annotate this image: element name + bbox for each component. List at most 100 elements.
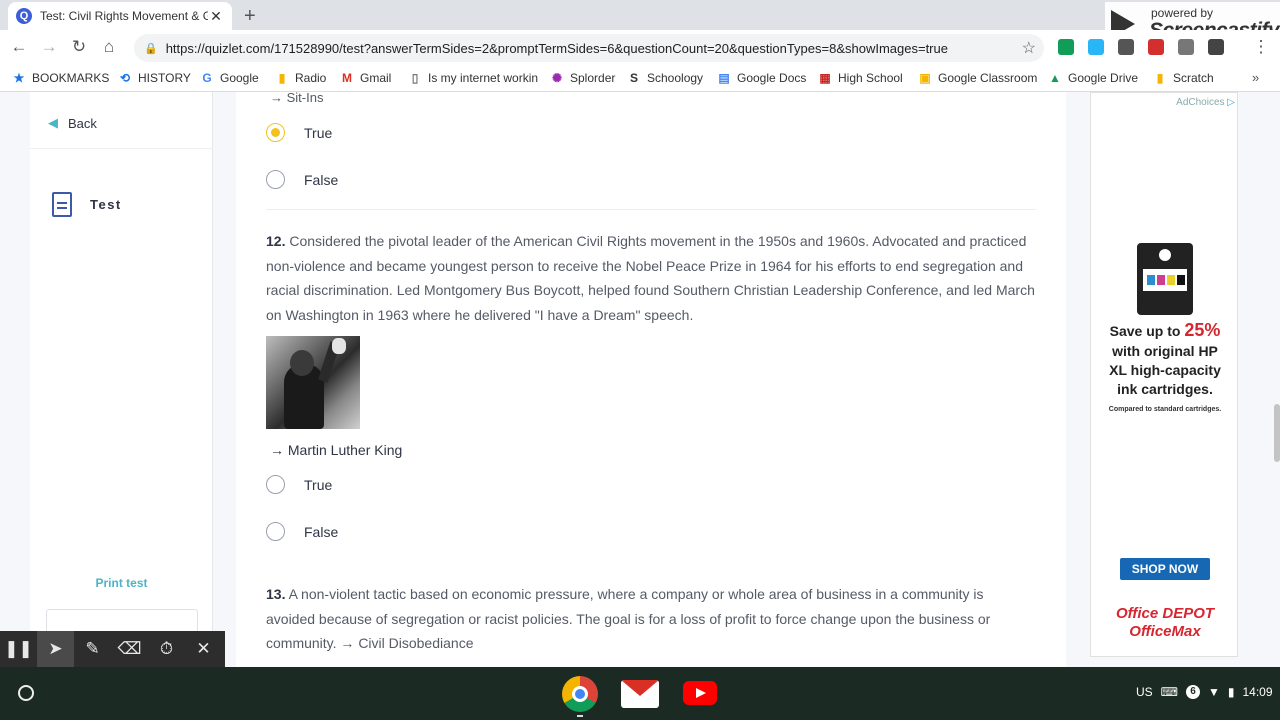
- bookmarks-overflow-icon[interactable]: »: [1252, 70, 1259, 85]
- pause-icon[interactable]: ❚❚: [0, 631, 37, 667]
- extension-icon[interactable]: [1178, 39, 1194, 55]
- bookmark-item[interactable]: G Google: [200, 71, 259, 85]
- bookmark-label: Google: [220, 71, 259, 85]
- annotation-toolbar: ❚❚ ➤ ✎ ⌫ ⏱ ✕: [0, 631, 225, 667]
- question-image: [266, 336, 360, 429]
- radio-button[interactable]: [266, 170, 285, 189]
- gmail-icon: M: [342, 71, 352, 85]
- previous-answer: → Sit-Ins: [270, 92, 324, 105]
- bookmark-item[interactable]: ▯ Is my internet workin: [408, 71, 538, 85]
- star-icon: ★: [13, 71, 25, 85]
- close-icon[interactable]: ✕: [185, 631, 222, 667]
- question-12: 12. Considered the pivotal leader of the…: [266, 229, 1036, 327]
- status-tray[interactable]: US ⌨ 6 ▼ ▮ 14:09: [1136, 685, 1280, 699]
- divider: [266, 209, 1036, 210]
- url-text[interactable]: https://quizlet.com/171528990/test?answe…: [166, 41, 1022, 56]
- pen-icon[interactable]: ✎: [74, 631, 111, 667]
- bookmark-item[interactable]: M Gmail: [340, 71, 391, 85]
- bookmark-item[interactable]: ✺ Splorder: [550, 71, 615, 85]
- bookmark-label: Schoology: [647, 71, 704, 85]
- bookmark-label: Google Docs: [737, 71, 807, 85]
- scrollbar-thumb[interactable]: [1274, 404, 1280, 462]
- bookmark-item[interactable]: ▮ Radio: [275, 71, 327, 85]
- bookmark-label: HISTORY: [138, 71, 191, 85]
- menu-kebab-icon[interactable]: ⋮: [1250, 37, 1272, 57]
- school-icon: ▦: [819, 71, 831, 85]
- forward-arrow-icon[interactable]: →: [38, 37, 60, 57]
- radio-button[interactable]: [266, 123, 285, 142]
- bookmark-item[interactable]: ▦ High School: [818, 71, 903, 85]
- bookmark-item[interactable]: ★ BOOKMARKS: [12, 71, 110, 85]
- bookmark-label: Scratch: [1173, 71, 1214, 85]
- timer-icon[interactable]: ⏱: [148, 631, 185, 667]
- bookmark-item[interactable]: ▤ Google Docs: [717, 71, 806, 85]
- bookmark-star-icon[interactable]: ☆: [1022, 38, 1036, 58]
- address-bar[interactable]: 🔒 https://quizlet.com/171528990/test?ans…: [134, 34, 1044, 62]
- back-label: Back: [68, 115, 97, 131]
- c1: [1147, 275, 1155, 285]
- ad-save-prefix: Save up to: [1109, 323, 1181, 339]
- sidebar-item-label: Test: [90, 197, 122, 212]
- bookmark-item[interactable]: ▮ Scratch: [1153, 71, 1214, 85]
- history-icon: ⟲: [119, 71, 131, 85]
- advertisement[interactable]: AdChoices ▷ Save up to 25% with original…: [1090, 92, 1238, 657]
- question-text: Considered the pivotal leader of the Ame…: [266, 233, 1035, 323]
- shop-now-button[interactable]: SHOP NOW: [1120, 558, 1210, 580]
- wifi-icon: ▼: [1208, 685, 1220, 699]
- radio-button[interactable]: [266, 475, 285, 494]
- home-icon[interactable]: ⌂: [98, 37, 120, 57]
- reload-icon[interactable]: ↻: [68, 37, 90, 57]
- quizlet-favicon-icon: Q: [16, 8, 32, 24]
- browser-tab[interactable]: Q Test: Civil Rights Movement & Gr ✕: [8, 2, 232, 30]
- schoology-icon: S: [629, 71, 638, 85]
- q11-option-true[interactable]: True: [266, 123, 332, 142]
- option-label: True: [304, 476, 333, 493]
- document-icon: [52, 192, 72, 217]
- print-test-link[interactable]: Print test: [30, 576, 213, 590]
- back-button[interactable]: ◀ Back: [48, 115, 97, 131]
- tab-strip: Q Test: Civil Rights Movement & Gr ✕ +: [0, 0, 1280, 30]
- officemax-logo: OfficeMax: [1129, 623, 1201, 640]
- option-label: False: [304, 523, 339, 540]
- ad-line: with original HP: [1112, 343, 1218, 359]
- radio-button[interactable]: [266, 522, 285, 541]
- page-content: ◀ Back Test Print test → Sit-Ins True Fa…: [0, 92, 1280, 667]
- q11-option-false[interactable]: False: [266, 170, 338, 189]
- eraser-icon[interactable]: ⌫: [111, 631, 148, 667]
- page-icon: ▯: [411, 71, 419, 85]
- sidebar-item-test[interactable]: Test: [52, 192, 122, 217]
- q12-option-true[interactable]: True: [266, 475, 332, 494]
- browser-toolbar: ← → ↻ ⌂ 🔒 https://quizlet.com/171528990/…: [0, 30, 1280, 66]
- bookmark-item[interactable]: ▣ Google Classroom: [918, 71, 1037, 85]
- tab-close-icon[interactable]: ✕: [208, 8, 224, 25]
- youtube-app-icon[interactable]: [683, 681, 717, 705]
- office-depot-logo: Office DEPOT: [1115, 605, 1215, 622]
- ad-line: ink cartridges.: [1117, 381, 1213, 397]
- bookmark-label: Google Drive: [1068, 71, 1139, 85]
- new-tab-icon[interactable]: +: [244, 5, 256, 28]
- running-indicator: [577, 715, 583, 717]
- extension-icon[interactable]: [1088, 39, 1104, 55]
- adchoices-link[interactable]: AdChoices ▷: [1176, 97, 1235, 108]
- os-shelf: US ⌨ 6 ▼ ▮ 14:09: [0, 667, 1280, 720]
- option-label: False: [304, 171, 339, 188]
- extension-icon[interactable]: [1208, 39, 1224, 55]
- q12-option-false[interactable]: False: [266, 522, 338, 541]
- drive-extension-icon[interactable]: [1058, 39, 1074, 55]
- back-arrow-icon[interactable]: ←: [8, 37, 30, 57]
- cursor-icon[interactable]: ➤: [37, 631, 74, 667]
- extension-icon[interactable]: [1148, 39, 1164, 55]
- sidebar: ◀ Back Test Print test: [30, 92, 213, 667]
- bookmark-item[interactable]: ▲ Google Drive: [1048, 71, 1138, 85]
- launcher-icon[interactable]: [18, 685, 34, 701]
- extension-icon[interactable]: [1118, 39, 1134, 55]
- bookmark-icon: ▮: [1156, 71, 1164, 85]
- chrome-app-icon[interactable]: [562, 676, 598, 712]
- c3: [1167, 275, 1175, 285]
- bookmark-item[interactable]: S Schoology: [627, 71, 703, 85]
- input-method: US: [1136, 685, 1153, 699]
- bookmark-item[interactable]: ⟲ HISTORY: [118, 71, 191, 85]
- clock: 14:09: [1242, 685, 1273, 699]
- gmail-app-icon[interactable]: [621, 680, 659, 708]
- bookmark-label: High School: [838, 71, 903, 85]
